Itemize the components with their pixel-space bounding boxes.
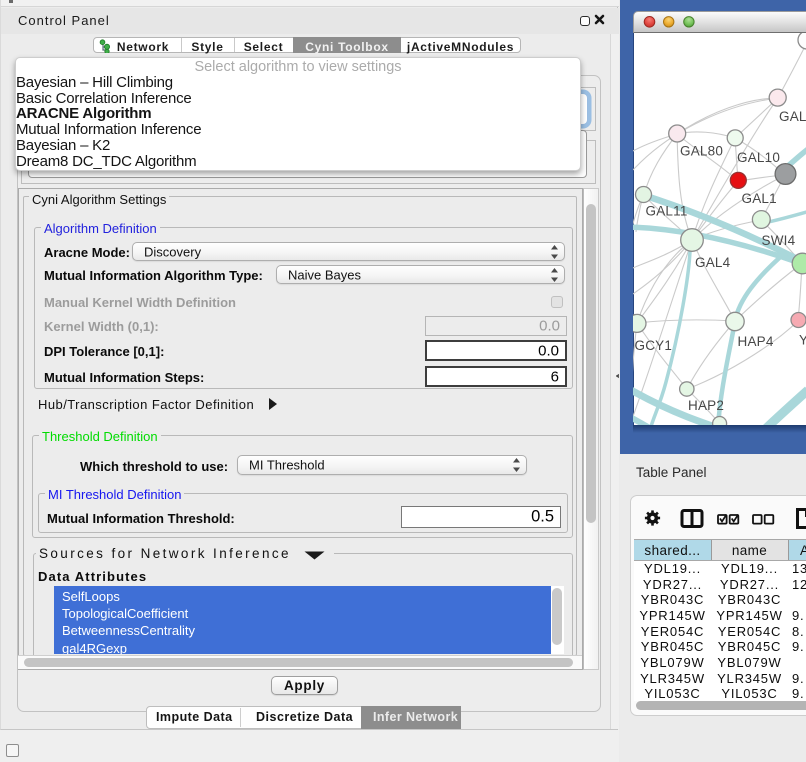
svg-text:GAL80: GAL80 (680, 144, 723, 159)
svg-text:Y: Y (799, 333, 806, 348)
svg-text:GAL2: GAL2 (779, 109, 806, 124)
svg-text:GCY1: GCY1 (635, 338, 673, 353)
svg-text:GAL11: GAL11 (646, 204, 688, 219)
svg-text:GAL1: GAL1 (742, 191, 777, 206)
svg-text:SWI4: SWI4 (762, 233, 796, 248)
svg-text:GAL10: GAL10 (737, 150, 780, 165)
svg-text:GAL4: GAL4 (695, 255, 731, 270)
svg-text:HAP4: HAP4 (738, 334, 774, 349)
svg-text:HAP2: HAP2 (688, 398, 724, 413)
